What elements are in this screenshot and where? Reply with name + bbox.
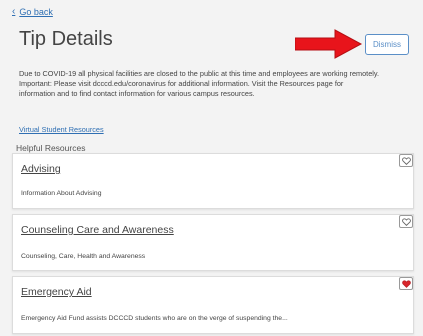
go-back-link[interactable]: ‹ Go back bbox=[12, 6, 53, 17]
resource-card-counseling: Counseling Care and Awareness Counseling… bbox=[12, 214, 414, 271]
resource-title-link[interactable]: Counseling Care and Awareness bbox=[21, 224, 174, 236]
intro-line: Important: Please visit dcccd.edu/corona… bbox=[19, 79, 344, 89]
favorite-button-active[interactable] bbox=[399, 277, 413, 290]
intro-text: Due to COVID-19 all physical facilities … bbox=[19, 69, 411, 100]
heart-outline-icon bbox=[401, 217, 411, 226]
intro-line: Due to COVID-19 all physical facilities … bbox=[19, 69, 380, 78]
resource-description: Emergency Aid Fund assists DCCCD student… bbox=[21, 315, 288, 322]
red-arrow-icon bbox=[295, 29, 363, 59]
virtual-student-resources-link[interactable]: Virtual Student Resources bbox=[19, 125, 104, 134]
chevron-left-icon: ‹ bbox=[12, 6, 16, 17]
resource-title-link[interactable]: Emergency Aid bbox=[21, 286, 92, 298]
favorite-button[interactable] bbox=[399, 154, 413, 167]
resource-description: Information About Advising bbox=[21, 190, 102, 197]
section-title: Helpful Resources bbox=[16, 143, 86, 153]
resource-card-advising: Advising Information About Advising bbox=[12, 153, 414, 209]
go-back-label: Go back bbox=[19, 6, 53, 17]
intro-line: information and to find contact informat… bbox=[19, 89, 255, 99]
favorite-button[interactable] bbox=[399, 215, 413, 228]
heart-filled-icon bbox=[401, 279, 411, 288]
heart-outline-icon bbox=[401, 156, 411, 165]
resource-title-link[interactable]: Advising bbox=[21, 163, 61, 175]
resource-card-emergency-aid: Emergency Aid Emergency Aid Fund assists… bbox=[12, 276, 414, 334]
dismiss-button[interactable]: Dismiss bbox=[365, 34, 409, 55]
resource-description: Counseling, Care, Health and Awareness bbox=[21, 253, 146, 260]
page-title: Tip Details bbox=[19, 28, 113, 50]
